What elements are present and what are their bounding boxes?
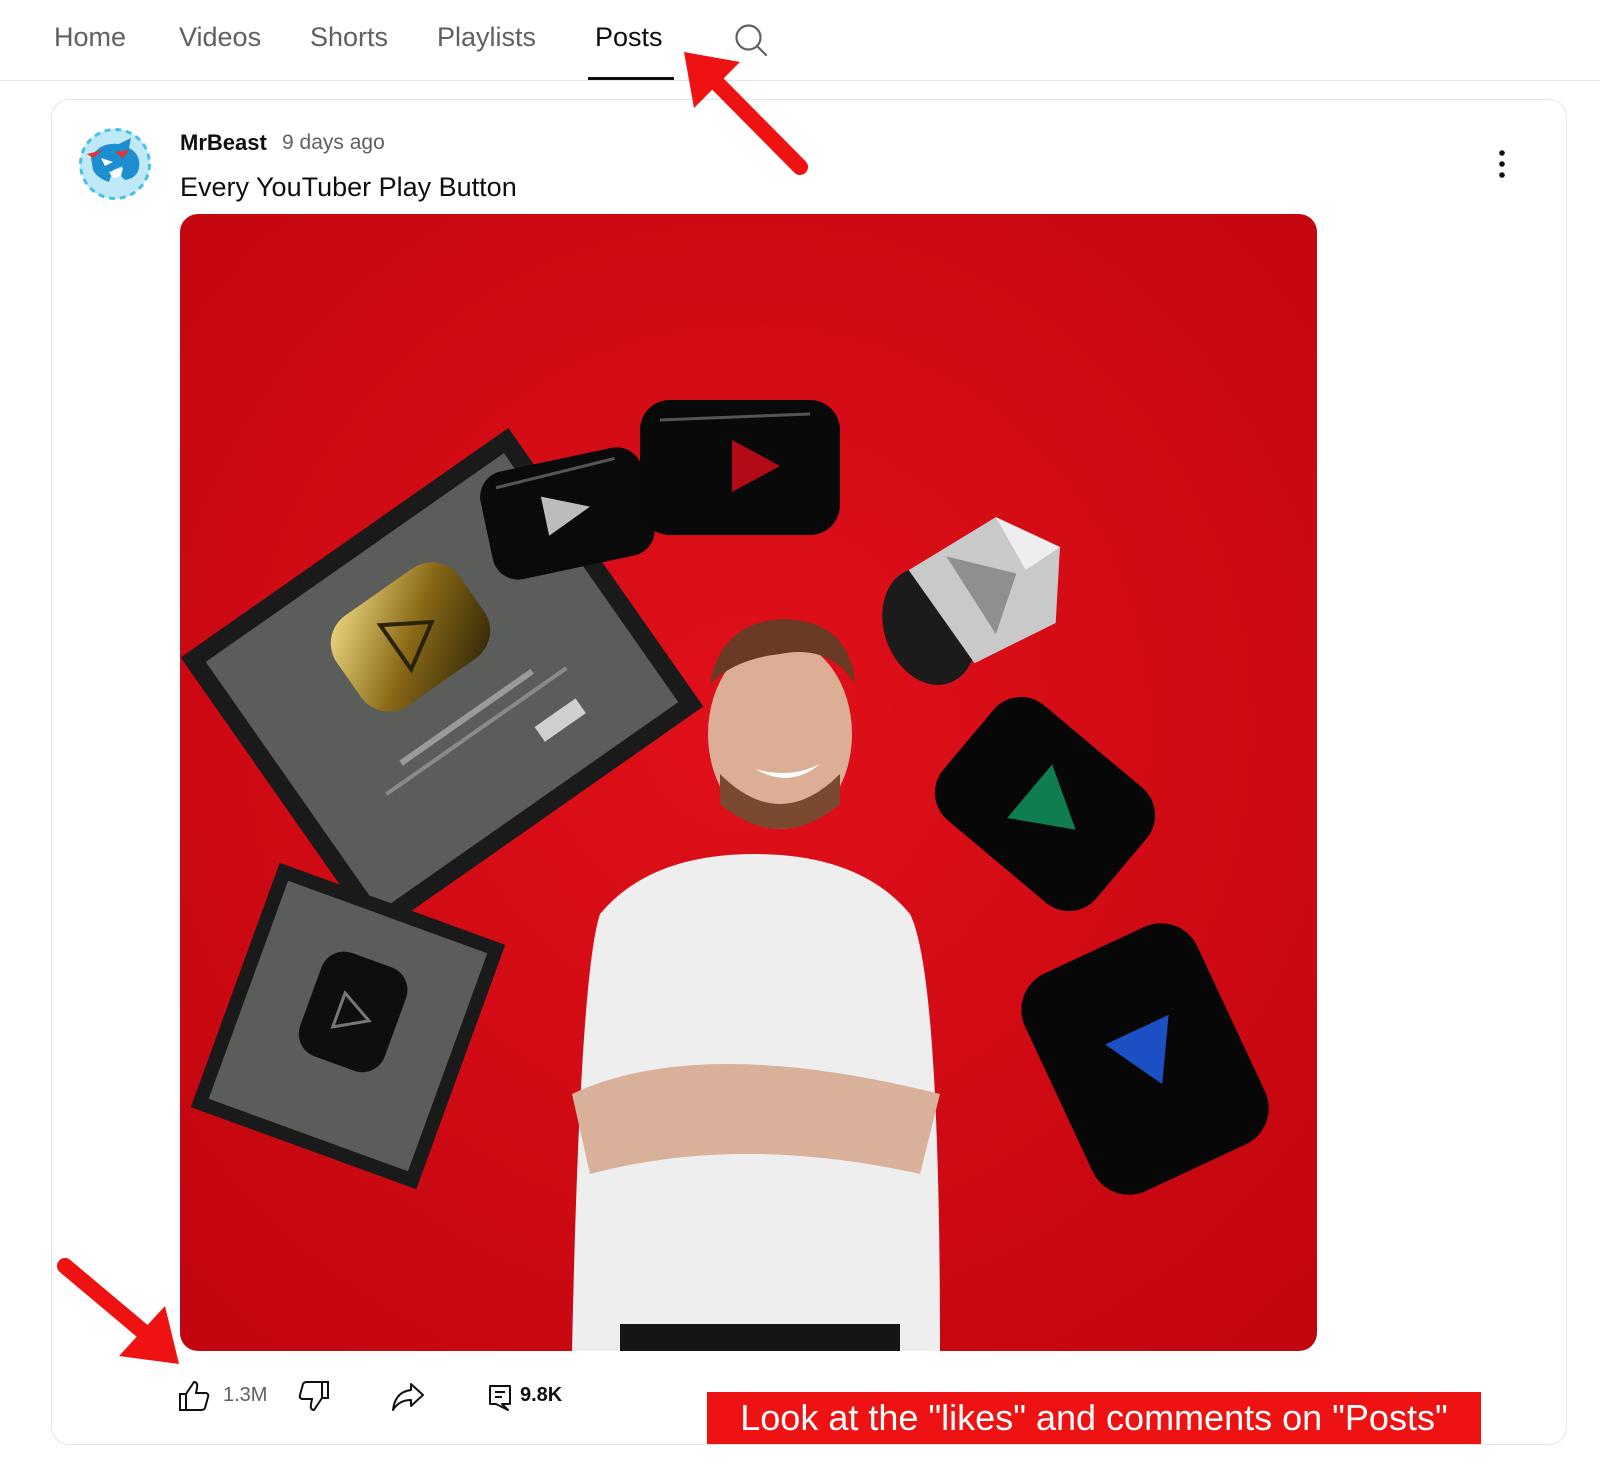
tab-playlists[interactable]: Playlists	[437, 22, 536, 53]
more-vertical-icon	[1499, 150, 1505, 178]
comments-button[interactable]	[487, 1378, 517, 1414]
share-button[interactable]	[389, 1378, 429, 1414]
post-photo	[180, 214, 1317, 1351]
post-author[interactable]: MrBeast	[180, 130, 267, 156]
annotation-label: Look at the "likes" and comments on "Pos…	[707, 1392, 1481, 1444]
post-menu-button[interactable]	[1484, 146, 1520, 182]
dislike-button[interactable]	[296, 1378, 336, 1414]
share-icon	[392, 1383, 424, 1411]
post-title: Every YouTuber Play Button	[180, 172, 517, 202]
tab-shorts[interactable]: Shorts	[310, 22, 388, 53]
post-timestamp[interactable]: 9 days ago	[282, 131, 385, 155]
tab-videos[interactable]: Videos	[179, 22, 261, 53]
mrbeast-panther-logo-icon	[79, 128, 151, 200]
thumbs-down-icon	[298, 1381, 329, 1412]
comment-count: 9.8K	[520, 1384, 563, 1406]
channel-tabs-bar: Home Videos Shorts Playlists Posts	[0, 0, 1600, 81]
comment-icon	[489, 1385, 511, 1411]
post-image[interactable]	[180, 214, 1317, 1351]
search-icon	[735, 24, 768, 57]
like-button[interactable]	[176, 1378, 216, 1414]
tab-posts[interactable]: Posts	[595, 22, 663, 53]
channel-avatar[interactable]	[79, 128, 151, 200]
like-count: 1.3M	[223, 1384, 268, 1406]
tab-home[interactable]: Home	[54, 22, 126, 53]
active-tab-indicator	[588, 77, 674, 80]
thumbs-up-icon	[179, 1380, 210, 1411]
search-button[interactable]	[733, 22, 769, 58]
